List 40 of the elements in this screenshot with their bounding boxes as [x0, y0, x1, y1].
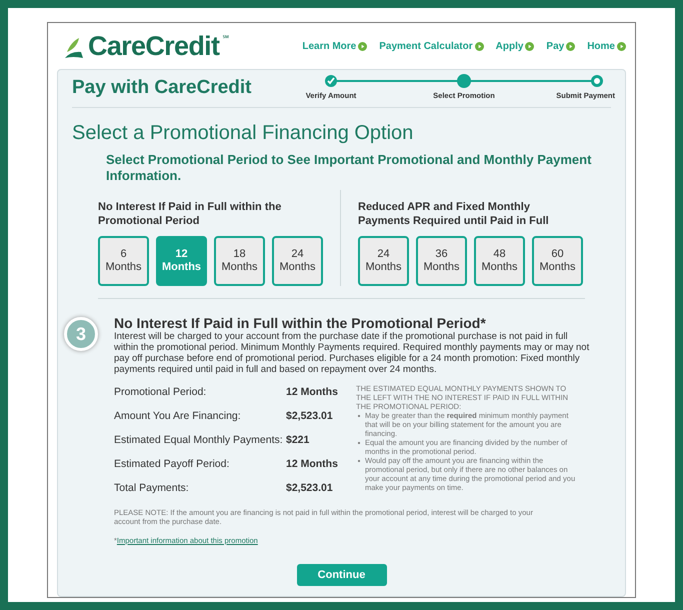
summary-value: $2,523.01: [286, 409, 333, 424]
nav-link[interactable]: Learn More: [302, 38, 368, 54]
logo-leaf-icon: [63, 38, 85, 60]
group-title: No Interest If Paid in Full within the Promotional Period: [98, 200, 282, 228]
summary-label: Promotional Period:: [114, 385, 208, 400]
summary-value: $2,523.01: [286, 481, 333, 496]
summary-label: Estimated Payoff Period:: [114, 457, 230, 472]
play-circle-icon: [474, 42, 484, 50]
period-option[interactable]: 12 Months: [156, 236, 207, 286]
logo-text: CareCredit: [88, 32, 220, 60]
period-option[interactable]: 60 Months: [532, 236, 583, 286]
summary-label: Estimated Equal Monthly Payments:: [114, 433, 284, 448]
nav-link[interactable]: Payment Calculator: [379, 38, 484, 54]
period-option[interactable]: 6 Months: [98, 236, 149, 286]
play-circle-icon: [617, 42, 626, 50]
play-circle-icon: [358, 42, 368, 50]
summary-value: $221: [286, 433, 310, 448]
detail-title: No Interest If Paid in Full within the Promotional Period*: [114, 315, 487, 331]
period-option[interactable]: 24 Months: [272, 236, 323, 286]
continue-button[interactable]: Continue: [296, 564, 386, 586]
summary-value: 12 Months: [286, 385, 338, 400]
summary-label: Amount You Are Financing:: [114, 409, 242, 424]
period-option[interactable]: 18 Months: [214, 236, 265, 286]
summary-label: Total Payments:: [114, 481, 190, 496]
nav-link[interactable]: Apply: [496, 38, 534, 54]
period-option[interactable]: 48 Months: [474, 236, 525, 286]
service-mark: ℠: [222, 32, 228, 44]
period-option[interactable]: 24 Months: [358, 236, 409, 286]
nav-link[interactable]: Home: [587, 38, 626, 54]
nav-link[interactable]: Pay: [546, 38, 576, 54]
detail-paragraph: Interest will be charged to your account from the purchase date if the promotional purchase is not paid in full within the promotional period. Minimum Monthly Payments required. Required monthly payments may or may not pay off purchase before end of promotional period. Purchases eligible for a 24 month promotion: Fixed monthly payments required until paid in full and based on repayment over 24 months.: [114, 331, 590, 375]
play-circle-icon: [566, 42, 576, 50]
step-number-badge: 3: [64, 317, 98, 351]
instruction-text: Select Promotional Period to See Important Promotional and Monthly Payment Information.: [106, 152, 592, 184]
period-option[interactable]: 36 Months: [416, 236, 467, 286]
section-heading: Select a Promotional Financing Option: [72, 121, 414, 146]
group-title: Reduced APR and Fixed Monthly Payments Required until Paid in Full: [358, 200, 550, 228]
page-title: Pay with CareCredit: [72, 76, 252, 100]
summary-value: 12 Months: [286, 457, 338, 472]
play-circle-icon: [525, 42, 534, 50]
